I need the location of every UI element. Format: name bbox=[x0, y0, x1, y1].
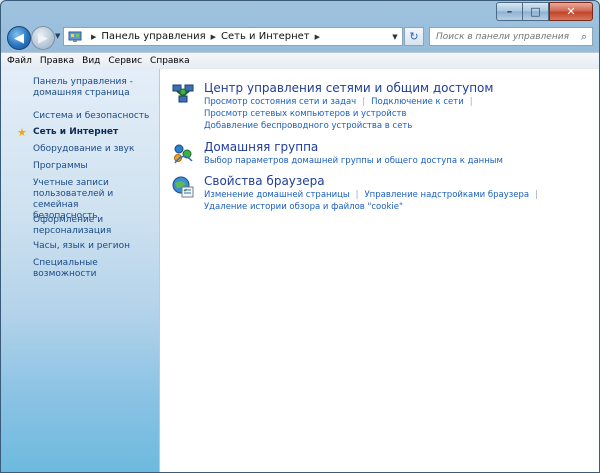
main-panel: Центр управления сетями и общим доступом… bbox=[161, 69, 599, 472]
breadcrumb-network-internet[interactable]: Сеть и Интернет bbox=[221, 31, 310, 42]
link-row: Просмотр сетевых компьютеров и устройств bbox=[204, 108, 479, 120]
menu-tools[interactable]: Сервис bbox=[108, 56, 142, 66]
menu-edit[interactable]: Правка bbox=[40, 56, 74, 66]
search-icon[interactable]: ⌕ bbox=[576, 30, 592, 44]
sidebar-home-line-2: домашняя страница bbox=[33, 88, 130, 98]
close-button[interactable]: ✕ bbox=[549, 2, 593, 21]
link-add-wireless-device[interactable]: Добавление беспроводного устройства в се… bbox=[204, 121, 412, 131]
current-location-star-icon: ★ bbox=[17, 126, 27, 139]
navigation-bar: ◀ ▶ ▼ ▶ Панель управления ▶ Сеть и Интер… bbox=[1, 23, 599, 51]
link-row: Изменение домашней страницы | Управление н… bbox=[204, 189, 544, 201]
back-button[interactable]: ◀ bbox=[7, 26, 31, 50]
sidebar-item-hardware-sound[interactable]: Оборудование и звук bbox=[33, 144, 155, 155]
address-bar[interactable]: ▶ Панель управления ▶ Сеть и Интернет ▶ … bbox=[63, 27, 403, 46]
link-change-home-page[interactable]: Изменение домашней страницы bbox=[204, 190, 350, 200]
minimize-button[interactable]: – bbox=[496, 2, 522, 21]
menu-view[interactable]: Вид bbox=[82, 56, 100, 66]
link-manage-addons[interactable]: Управление надстройками браузера bbox=[365, 190, 530, 200]
sidebar: Панель управления - домашняя страница Си… bbox=[1, 69, 160, 472]
forward-button[interactable]: ▶ bbox=[31, 26, 55, 50]
menu-file[interactable]: Файл bbox=[7, 56, 32, 66]
content-area: Панель управления - домашняя страница Си… bbox=[1, 69, 599, 472]
link-delete-history-cookies[interactable]: Удаление истории обзора и файлов "cookie… bbox=[204, 202, 403, 212]
link-row: Просмотр состояния сети и задач | Подключе… bbox=[204, 96, 479, 108]
divider: | bbox=[469, 97, 473, 107]
sidebar-item-system-security[interactable]: Система и безопасность bbox=[33, 111, 155, 122]
category-links: Выбор параметров домашней группы и общег… bbox=[204, 155, 503, 167]
sidebar-item-clock-language[interactable]: Часы, язык и регион bbox=[33, 241, 155, 252]
category-links: Изменение домашней страницы | Управление н… bbox=[204, 189, 544, 213]
address-dropdown-icon[interactable]: ▼ bbox=[388, 33, 402, 41]
internet-options-icon bbox=[171, 175, 195, 199]
category-title[interactable]: Домашняя группа bbox=[204, 140, 318, 154]
breadcrumb-separator-icon[interactable]: ▶ bbox=[315, 33, 320, 41]
sidebar-item-network-internet[interactable]: Сеть и Интернет bbox=[33, 127, 155, 138]
sidebar-home-line-1: Панель управления - bbox=[33, 77, 133, 87]
breadcrumb-separator-icon[interactable]: ▶ bbox=[211, 33, 216, 41]
control-panel-window: – □ ✕ ◀ ▶ ▼ ▶ Панель управления ▶ Сеть и… bbox=[0, 0, 600, 473]
link-homegroup-settings[interactable]: Выбор параметров домашней группы и общег… bbox=[204, 156, 503, 166]
link-row: Удаление истории обзора и файлов "cookie… bbox=[204, 201, 544, 213]
breadcrumb-control-panel[interactable]: Панель управления bbox=[101, 31, 205, 42]
control-panel-icon bbox=[67, 30, 83, 44]
link-row: Выбор параметров домашней группы и общег… bbox=[204, 155, 503, 167]
divider: | bbox=[355, 190, 359, 200]
search-input[interactable] bbox=[430, 30, 577, 43]
menu-help[interactable]: Справка bbox=[150, 56, 190, 66]
link-connect-to-network[interactable]: Подключение к сети bbox=[371, 97, 464, 107]
link-view-network-computers[interactable]: Просмотр сетевых компьютеров и устройств bbox=[204, 109, 406, 119]
search-box[interactable]: ⌕ bbox=[429, 27, 593, 46]
sidebar-item-appearance[interactable]: Оформление и персонализация bbox=[33, 215, 155, 237]
menu-bar: Файл Правка Вид Сервис Справка bbox=[1, 52, 599, 70]
maximize-button[interactable]: □ bbox=[522, 2, 549, 21]
network-center-icon bbox=[171, 82, 195, 106]
divider: | bbox=[362, 97, 366, 107]
refresh-button[interactable]: ↻ bbox=[404, 27, 424, 46]
link-view-network-status[interactable]: Просмотр состояния сети и задач bbox=[204, 97, 356, 107]
category-title[interactable]: Центр управления сетями и общим доступом bbox=[204, 81, 493, 95]
sidebar-item-programs[interactable]: Программы bbox=[33, 161, 155, 172]
window-controls: – □ ✕ bbox=[496, 2, 593, 21]
breadcrumb-separator-icon[interactable]: ▶ bbox=[91, 33, 96, 41]
divider: | bbox=[535, 190, 539, 200]
sidebar-item-ease-of-access[interactable]: Специальные возможности bbox=[33, 258, 155, 280]
title-bar[interactable]: – □ ✕ bbox=[1, 1, 599, 21]
link-row: Добавление беспроводного устройства в се… bbox=[204, 120, 479, 132]
homegroup-icon bbox=[171, 141, 195, 165]
category-title[interactable]: Свойства браузера bbox=[204, 174, 325, 188]
recent-pages-dropdown-icon[interactable]: ▼ bbox=[55, 32, 60, 40]
sidebar-home-link[interactable]: Панель управления - домашняя страница bbox=[33, 77, 155, 99]
category-links: Просмотр состояния сети и задач | Подключе… bbox=[204, 96, 479, 132]
